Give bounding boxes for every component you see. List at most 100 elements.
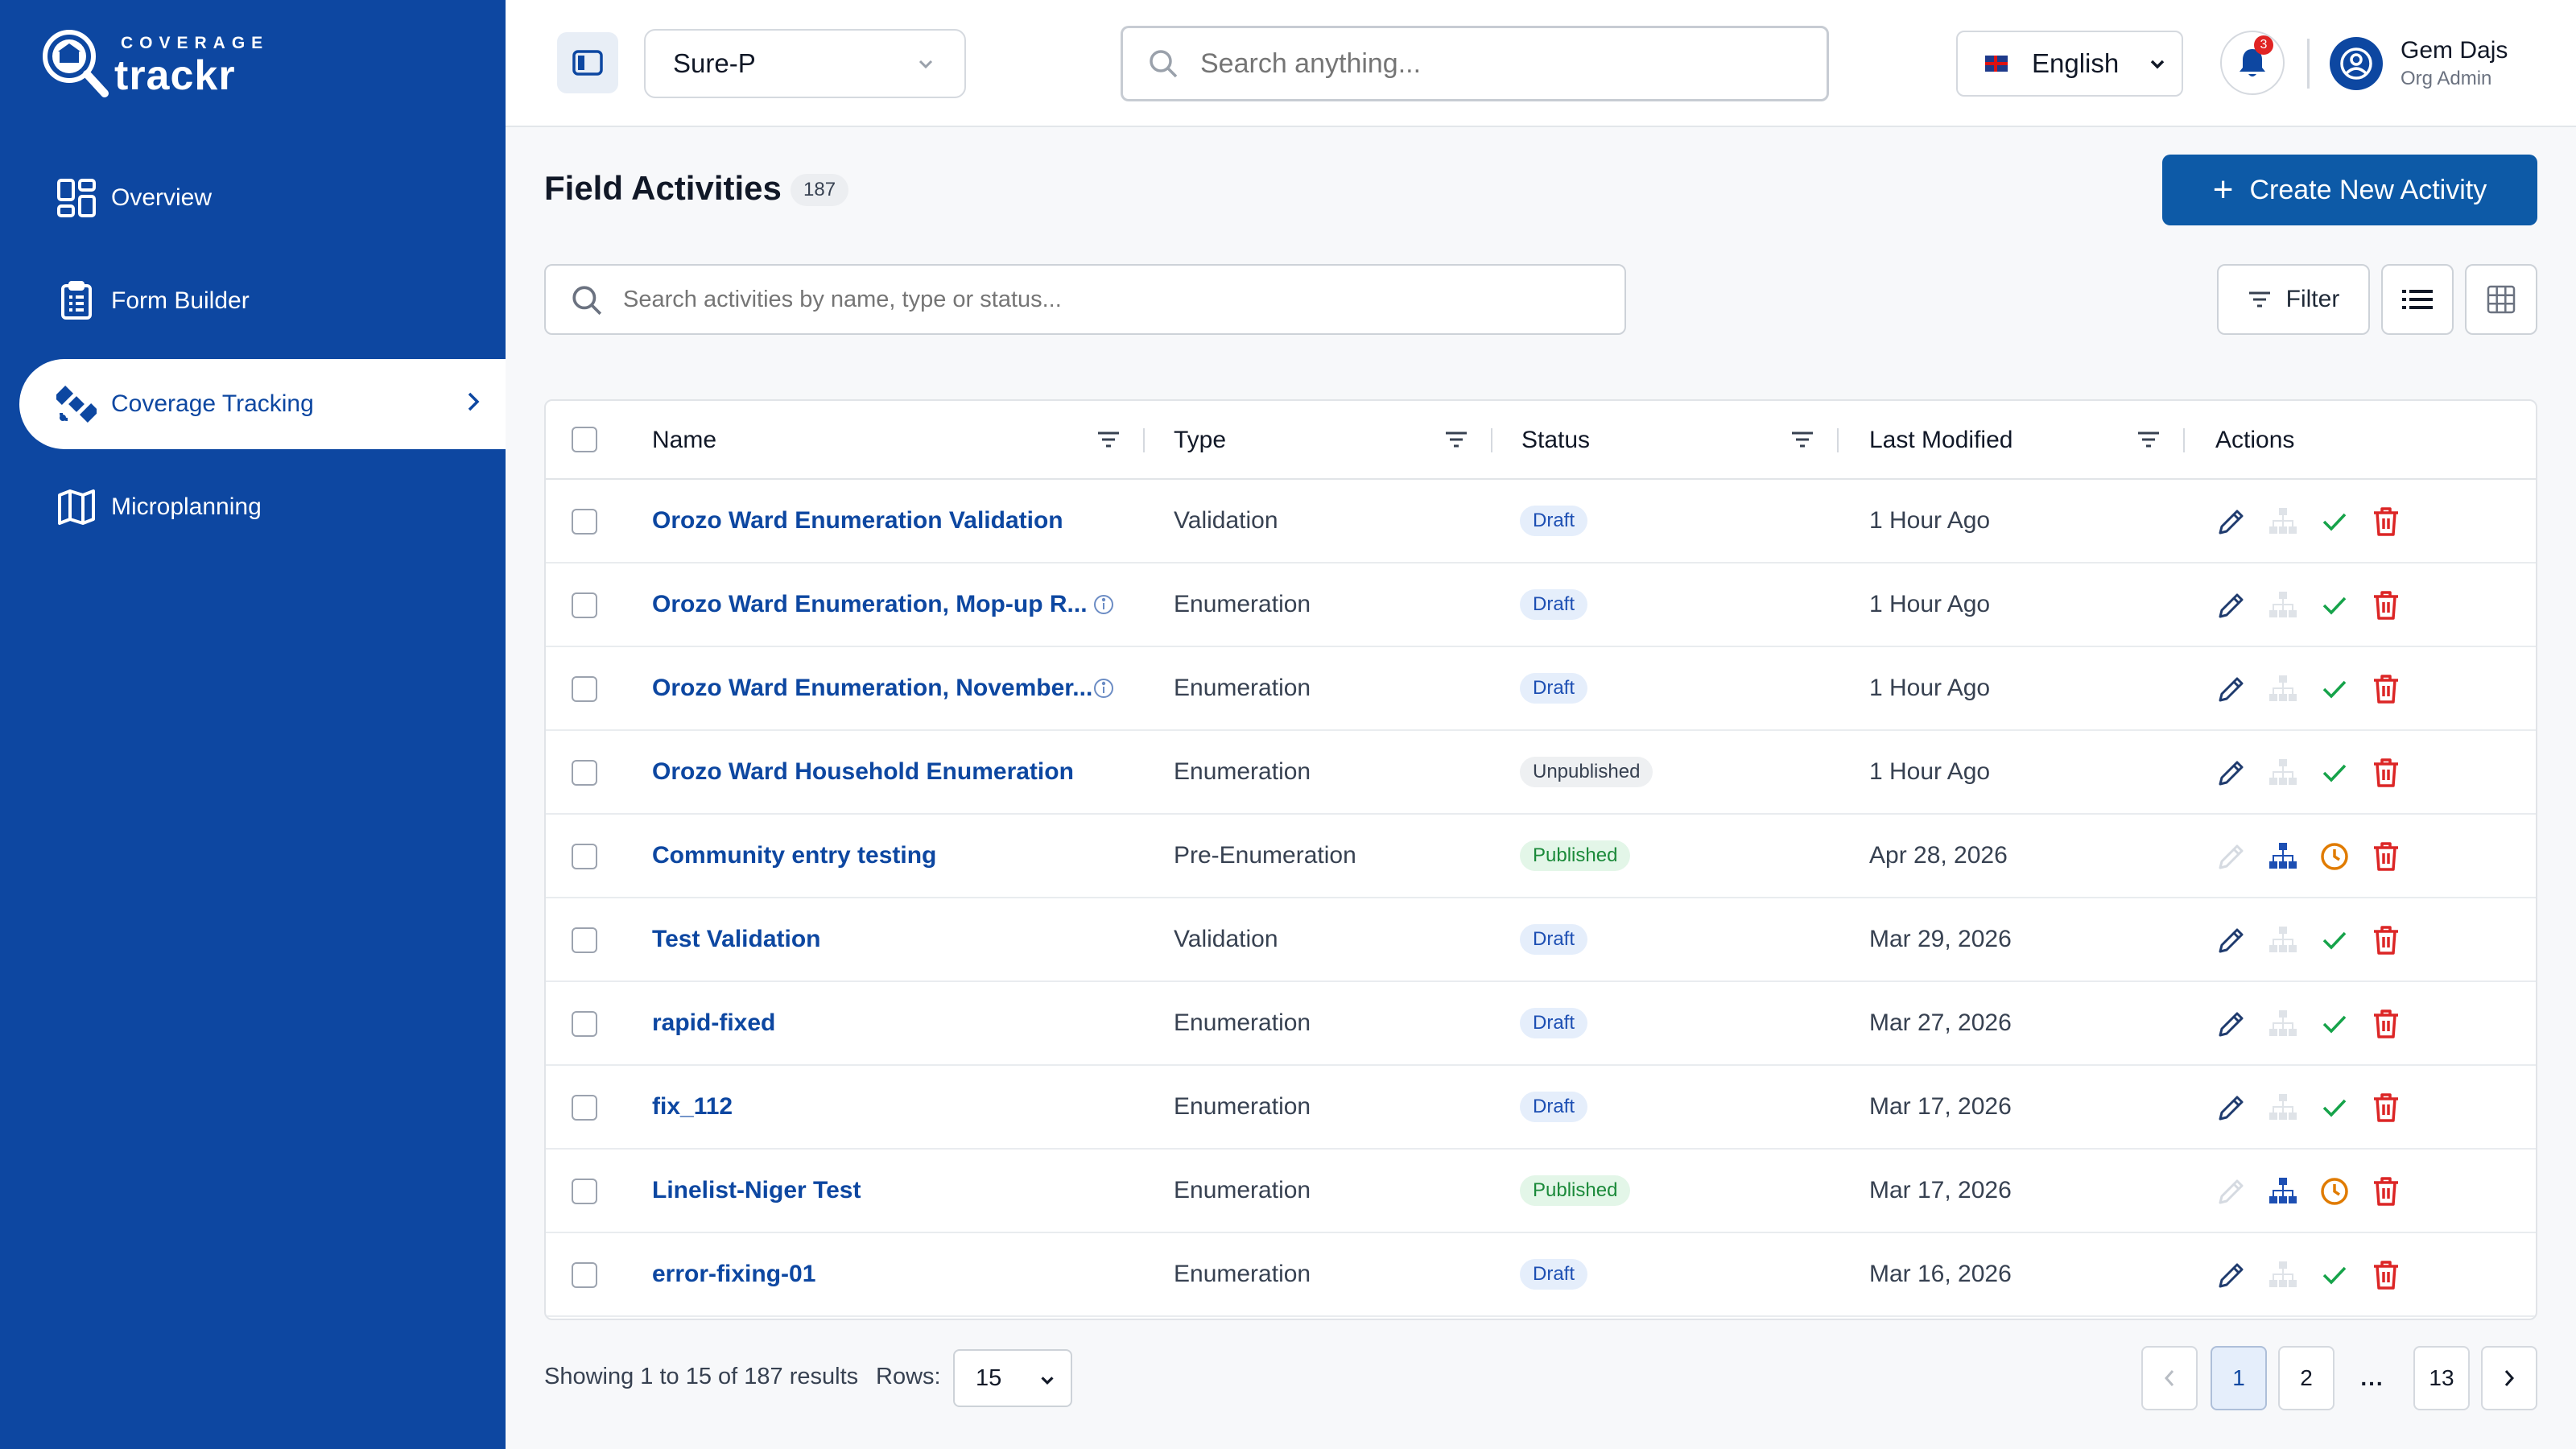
row-checkbox[interactable]: [572, 1095, 597, 1121]
check-icon[interactable]: [2317, 588, 2352, 623]
column-filter-icon[interactable]: [2136, 430, 2161, 449]
prev-page-button[interactable]: [2141, 1346, 2198, 1410]
row-checkbox[interactable]: [572, 1011, 597, 1037]
notifications-button[interactable]: 3: [2220, 31, 2285, 95]
edit-icon[interactable]: [2214, 923, 2249, 958]
activity-name-link[interactable]: Test Validation: [652, 926, 821, 953]
edit-icon[interactable]: [2214, 1090, 2249, 1125]
page-button[interactable]: 2: [2278, 1346, 2334, 1410]
page-button[interactable]: 13: [2413, 1346, 2470, 1410]
brand-logo[interactable]: COVERAGE trackr: [40, 27, 262, 100]
edit-icon[interactable]: [2214, 755, 2249, 791]
trash-icon[interactable]: [2368, 1174, 2404, 1209]
check-icon[interactable]: [2317, 1257, 2352, 1293]
edit-icon[interactable]: [2214, 1257, 2249, 1293]
trash-icon[interactable]: [2368, 671, 2404, 707]
activity-name-link[interactable]: Community entry testing: [652, 842, 936, 869]
next-page-button[interactable]: [2481, 1346, 2537, 1410]
activity-name-link[interactable]: Linelist-Niger Test: [652, 1177, 861, 1204]
check-icon[interactable]: [2317, 1006, 2352, 1042]
edit-icon[interactable]: [2214, 671, 2249, 707]
row-checkbox[interactable]: [572, 1262, 597, 1288]
trash-icon[interactable]: [2368, 504, 2404, 539]
column-filter-icon[interactable]: [1096, 430, 1121, 449]
table-row[interactable]: Orozo Ward Household Enumeration Enumerat…: [546, 731, 2536, 815]
activity-name-link[interactable]: Orozo Ward Enumeration Validation: [652, 507, 1063, 535]
user-name[interactable]: Gem Dajs: [2401, 37, 2508, 64]
row-checkbox[interactable]: [572, 760, 597, 786]
grid-view-button[interactable]: [2465, 264, 2537, 335]
info-icon[interactable]: [1093, 678, 1114, 703]
status-badge: Draft: [1520, 506, 1588, 536]
row-checkbox[interactable]: [572, 844, 597, 869]
activity-name-link[interactable]: error-fixing-01: [652, 1261, 815, 1288]
check-icon[interactable]: [2317, 504, 2352, 539]
row-checkbox[interactable]: [572, 1179, 597, 1204]
table-row[interactable]: Orozo Ward Enumeration, Mop-up R... Enume…: [546, 564, 2536, 647]
row-checkbox[interactable]: [572, 509, 597, 535]
table-row[interactable]: rapid-fixed Enumeration Draft Mar 27, 2026: [546, 982, 2536, 1066]
table-row[interactable]: Orozo Ward Enumeration, November... Enume…: [546, 647, 2536, 731]
list-view-button[interactable]: [2381, 264, 2454, 335]
activity-name-link[interactable]: Orozo Ward Enumeration, November...: [652, 675, 1092, 702]
trash-icon[interactable]: [2368, 839, 2404, 874]
activity-name-link[interactable]: rapid-fixed: [652, 1009, 775, 1037]
table-row[interactable]: error-fixing-01 Enumeration Draft Mar 16, 2…: [546, 1233, 2536, 1317]
filter-label: Filter: [2285, 286, 2340, 312]
column-header-type[interactable]: Type: [1174, 427, 1226, 454]
check-icon[interactable]: [2317, 671, 2352, 707]
language-select[interactable]: English: [1956, 31, 2183, 97]
column-header-name[interactable]: Name: [652, 427, 716, 454]
sidebar-item-form-builder[interactable]: Form Builder: [19, 256, 506, 346]
table-row[interactable]: Community entry testing Pre-Enumeration Pu…: [546, 815, 2536, 898]
rows-per-page-select[interactable]: 15: [953, 1349, 1072, 1407]
info-icon[interactable]: [1093, 594, 1114, 619]
filter-button[interactable]: Filter: [2217, 264, 2370, 335]
table-row[interactable]: Orozo Ward Enumeration Validation Validat…: [546, 480, 2536, 564]
trash-icon[interactable]: [2368, 755, 2404, 791]
clock-icon[interactable]: [2317, 1174, 2352, 1209]
check-icon[interactable]: [2317, 1090, 2352, 1125]
column-header-last-modified[interactable]: Last Modified: [1869, 427, 2013, 454]
table-row[interactable]: Test Validation Validation Draft Mar 29, 20…: [546, 898, 2536, 982]
trash-icon[interactable]: [2368, 923, 2404, 958]
column-filter-icon[interactable]: [1790, 430, 1814, 449]
chevron-left-icon: [2164, 1370, 2174, 1386]
activity-name-link[interactable]: fix_112: [652, 1093, 733, 1121]
activity-search[interactable]: [544, 264, 1626, 335]
avatar[interactable]: [2330, 37, 2383, 90]
sidebar-item-overview[interactable]: Overview: [19, 153, 506, 243]
sidebar-item-coverage-tracking[interactable]: Coverage Tracking: [19, 359, 506, 449]
global-search[interactable]: [1121, 26, 1829, 101]
activity-search-input[interactable]: [623, 286, 1589, 313]
hierarchy-icon: [2265, 755, 2301, 791]
select-all-checkbox[interactable]: [572, 427, 597, 452]
row-checkbox[interactable]: [572, 592, 597, 618]
column-filter-icon[interactable]: [1444, 430, 1468, 449]
row-checkbox[interactable]: [572, 676, 597, 702]
sidebar-toggle-button[interactable]: [557, 32, 618, 93]
table-row[interactable]: Linelist-Niger Test Enumeration Published M…: [546, 1150, 2536, 1233]
clock-icon[interactable]: [2317, 839, 2352, 874]
hierarchy-icon[interactable]: [2265, 839, 2301, 874]
sidebar-item-microplanning[interactable]: Microplanning: [19, 462, 506, 552]
edit-icon[interactable]: [2214, 588, 2249, 623]
activity-name-link[interactable]: Orozo Ward Household Enumeration: [652, 758, 1074, 786]
trash-icon[interactable]: [2368, 1090, 2404, 1125]
check-icon[interactable]: [2317, 923, 2352, 958]
global-search-input[interactable]: [1200, 47, 1780, 80]
edit-icon[interactable]: [2214, 504, 2249, 539]
organization-select[interactable]: Sure-P: [644, 29, 966, 98]
create-new-activity-button[interactable]: + Create New Activity: [2162, 155, 2537, 225]
page-button[interactable]: 1: [2211, 1346, 2267, 1410]
trash-icon[interactable]: [2368, 588, 2404, 623]
trash-icon[interactable]: [2368, 1006, 2404, 1042]
edit-icon[interactable]: [2214, 1006, 2249, 1042]
trash-icon[interactable]: [2368, 1257, 2404, 1293]
hierarchy-icon[interactable]: [2265, 1174, 2301, 1209]
table-row[interactable]: fix_112 Enumeration Draft Mar 17, 2026: [546, 1066, 2536, 1150]
activity-name-link[interactable]: Orozo Ward Enumeration, Mop-up R...: [652, 591, 1088, 618]
row-checkbox[interactable]: [572, 927, 597, 953]
column-header-status[interactable]: Status: [1521, 427, 1590, 454]
check-icon[interactable]: [2317, 755, 2352, 791]
